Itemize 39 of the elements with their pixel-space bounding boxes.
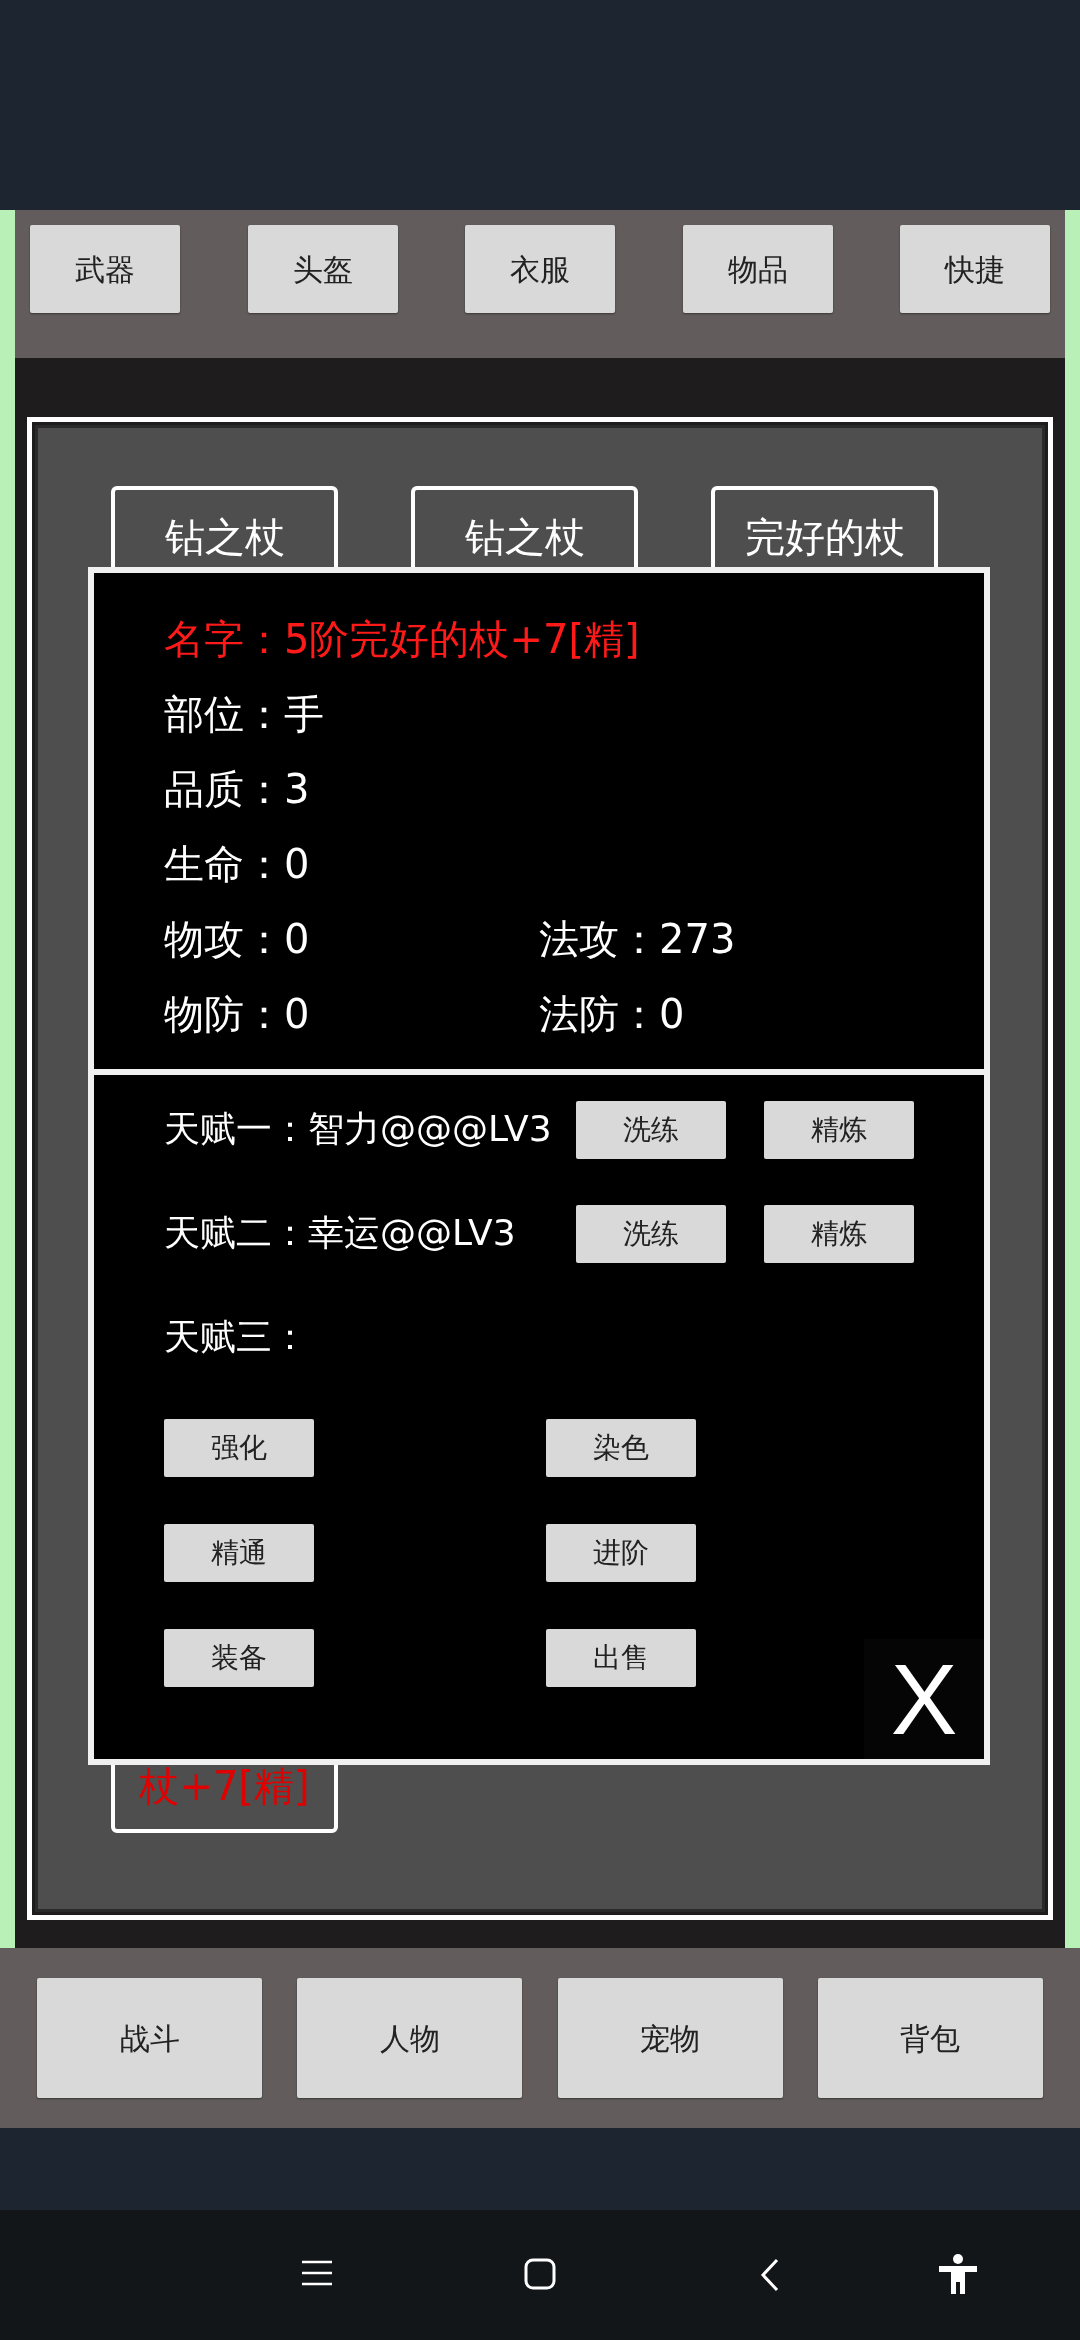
stat-text: 部位：手 xyxy=(164,690,325,739)
nav-button[interactable]: 背包 xyxy=(818,1978,1043,2098)
talent-button[interactable]: 洗练 xyxy=(576,1101,726,1159)
close-button[interactable]: X xyxy=(864,1639,984,1759)
action-button[interactable]: 强化 xyxy=(164,1419,314,1477)
action-button[interactable]: 装备 xyxy=(164,1629,314,1687)
accessibility-icon[interactable] xyxy=(939,2254,977,2294)
menu-icon[interactable] xyxy=(302,2260,332,2286)
home-icon[interactable] xyxy=(524,2258,556,2290)
talent-text: 天赋三： xyxy=(164,1315,309,1359)
stat-text: 物防：0 xyxy=(164,990,311,1039)
talent-button[interactable]: 精炼 xyxy=(764,1101,914,1159)
stat-text: 法防：0 xyxy=(539,990,685,1039)
talent-text: 天赋二：幸运@@LV3 xyxy=(164,1211,517,1255)
tab-button[interactable]: 头盔 xyxy=(247,225,398,313)
nav-button[interactable]: 战斗 xyxy=(37,1978,262,2098)
tab-button[interactable]: 物品 xyxy=(682,225,833,313)
item-name: 名字：5阶完好的杖+7[精] xyxy=(164,615,641,664)
stat-text: 物攻：0 xyxy=(164,915,311,964)
item-name: 钻之杖 xyxy=(464,513,585,562)
tab-button[interactable]: 武器 xyxy=(30,225,180,313)
nav-button[interactable]: 宠物 xyxy=(557,1978,783,2098)
back-icon[interactable] xyxy=(760,2258,780,2292)
talent-button[interactable]: 洗练 xyxy=(576,1205,726,1263)
talent-text: 天赋一：智力@@@LV3 xyxy=(164,1107,553,1151)
item-name: 钻之杖 xyxy=(164,513,285,562)
action-button[interactable]: 染色 xyxy=(546,1419,696,1477)
tab-button[interactable]: 衣服 xyxy=(465,225,615,313)
item-name: 杖+7[精] xyxy=(139,1762,310,1811)
action-button[interactable]: 进阶 xyxy=(546,1524,696,1582)
stat-text: 法攻：273 xyxy=(539,915,736,964)
item-name: 完好的杖 xyxy=(744,513,905,562)
nav-button[interactable]: 人物 xyxy=(297,1978,523,2098)
talent-button[interactable]: 精炼 xyxy=(764,1205,914,1263)
stat-text: 品质：3 xyxy=(164,765,311,814)
tab-button[interactable]: 快捷 xyxy=(900,225,1050,313)
stat-text: 生命：0 xyxy=(164,840,311,889)
action-button[interactable]: 出售 xyxy=(546,1629,696,1687)
action-button[interactable]: 精通 xyxy=(164,1524,314,1582)
